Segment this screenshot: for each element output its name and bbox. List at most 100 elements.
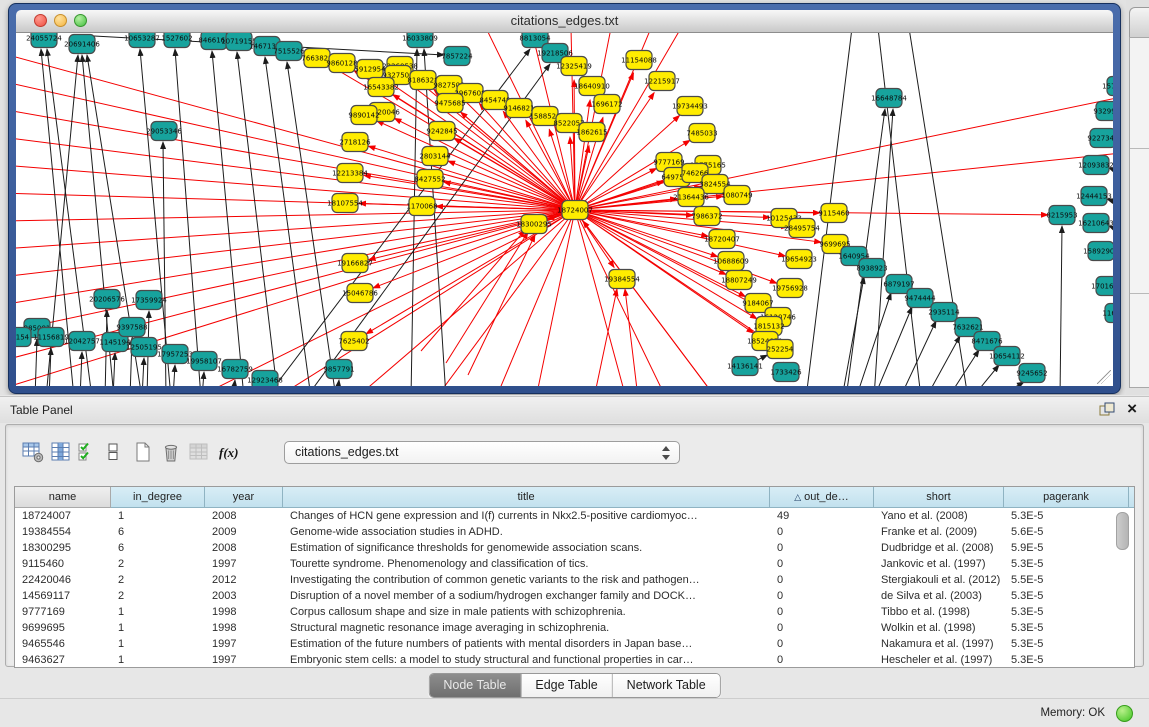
float-panel-icon[interactable] bbox=[1099, 402, 1115, 416]
cell-pagerank[interactable]: 5.3E-5 bbox=[1004, 556, 1129, 572]
cell-out_de[interactable]: 0 bbox=[770, 524, 874, 540]
table-row[interactable]: 946362711997Embryonic stem cells: a mode… bbox=[15, 652, 1134, 668]
cell-title[interactable]: Disruption of a novel member of a sodium… bbox=[283, 588, 770, 604]
cell-title[interactable]: Investigating the contribution of common… bbox=[283, 572, 770, 588]
cell-title[interactable]: Changes of HCN gene expression and I(f) … bbox=[283, 508, 770, 524]
cell-pagerank[interactable]: 5.5E-5 bbox=[1004, 572, 1129, 588]
cell-pagerank[interactable]: 5.3E-5 bbox=[1004, 636, 1129, 652]
cell-pagerank[interactable]: 5.3E-5 bbox=[1004, 604, 1129, 620]
cell-title[interactable]: Tourette syndrome. Phenomenology and cla… bbox=[283, 556, 770, 572]
tab-node-table[interactable]: Node Table bbox=[429, 674, 521, 697]
network-window-titlebar[interactable]: citations_edges.txt bbox=[16, 10, 1113, 33]
column-header-in_degree[interactable]: in_degree bbox=[111, 487, 205, 508]
cell-title[interactable]: Genome-wide association studies in ADHD. bbox=[283, 524, 770, 540]
table-row[interactable]: 1456911722003Disruption of a novel membe… bbox=[15, 588, 1134, 604]
row-selection-icon[interactable] bbox=[75, 439, 101, 465]
table-row[interactable]: 969969511998Structural magnetic resonanc… bbox=[15, 620, 1134, 636]
cell-name[interactable]: 9465546 bbox=[15, 636, 111, 652]
rows-icon[interactable] bbox=[100, 439, 126, 465]
cell-short[interactable]: de Silva et al. (2003) bbox=[874, 588, 1004, 604]
cell-pagerank[interactable]: 5.3E-5 bbox=[1004, 588, 1129, 604]
cell-in_degree[interactable]: 1 bbox=[111, 604, 205, 620]
column-header-pagerank[interactable]: pagerank bbox=[1004, 487, 1129, 508]
cell-out_de[interactable]: 0 bbox=[770, 588, 874, 604]
zoom-button[interactable] bbox=[74, 14, 87, 27]
cell-year[interactable]: 2008 bbox=[205, 540, 283, 556]
column-header-short[interactable]: short bbox=[874, 487, 1004, 508]
cell-name[interactable]: 9699695 bbox=[15, 620, 111, 636]
cell-year[interactable]: 2009 bbox=[205, 524, 283, 540]
cell-title[interactable]: Structural magnetic resonance image aver… bbox=[283, 620, 770, 636]
cell-pagerank[interactable]: 5.3E-5 bbox=[1004, 508, 1129, 524]
column-header-year[interactable]: year bbox=[205, 487, 283, 508]
cell-short[interactable]: Nakamura et al. (1997) bbox=[874, 636, 1004, 652]
cell-in_degree[interactable]: 1 bbox=[111, 508, 205, 524]
column-header-out_de[interactable]: △out_de… bbox=[770, 487, 874, 508]
cell-short[interactable]: Tibbo et al. (1998) bbox=[874, 604, 1004, 620]
cell-short[interactable]: Dudbridge et al. (2008) bbox=[874, 540, 1004, 556]
cell-year[interactable]: 2008 bbox=[205, 508, 283, 524]
cell-name[interactable]: 22420046 bbox=[15, 572, 111, 588]
cell-out_de[interactable]: 0 bbox=[770, 556, 874, 572]
cell-name[interactable]: 9115460 bbox=[15, 556, 111, 572]
cell-in_degree[interactable]: 2 bbox=[111, 572, 205, 588]
cell-out_de[interactable]: 0 bbox=[770, 620, 874, 636]
table-scrollbar-thumb[interactable] bbox=[1116, 512, 1129, 550]
column-visibility-icon[interactable] bbox=[48, 439, 74, 465]
cell-pagerank[interactable]: 5.3E-5 bbox=[1004, 652, 1129, 668]
close-panel-icon[interactable]: × bbox=[1127, 402, 1137, 416]
cell-year[interactable]: 2012 bbox=[205, 572, 283, 588]
cell-short[interactable]: Jankovic et al. (1997) bbox=[874, 556, 1004, 572]
cell-title[interactable]: Estimation of significance thresholds fo… bbox=[283, 540, 770, 556]
cell-title[interactable]: Embryonic stem cells: a model to study s… bbox=[283, 652, 770, 668]
cell-name[interactable]: 9463627 bbox=[15, 652, 111, 668]
cell-title[interactable]: Corpus callosum shape and size in male p… bbox=[283, 604, 770, 620]
cell-name[interactable]: 18300295 bbox=[15, 540, 111, 556]
new-table-icon[interactable] bbox=[130, 439, 156, 465]
network-canvas[interactable]: 2405572420691406106532871527602846616010… bbox=[16, 33, 1113, 386]
cell-in_degree[interactable]: 6 bbox=[111, 524, 205, 540]
table-selector-dropdown[interactable]: citations_edges.txt bbox=[284, 441, 680, 464]
cell-out_de[interactable]: 0 bbox=[770, 572, 874, 588]
cell-out_de[interactable]: 0 bbox=[770, 636, 874, 652]
cell-name[interactable]: 9777169 bbox=[15, 604, 111, 620]
cell-in_degree[interactable]: 2 bbox=[111, 588, 205, 604]
table-settings-icon[interactable] bbox=[20, 439, 46, 465]
cell-title[interactable]: Estimation of the future numbers of pati… bbox=[283, 636, 770, 652]
cell-year[interactable]: 1997 bbox=[205, 652, 283, 668]
cell-pagerank[interactable]: 5.6E-5 bbox=[1004, 524, 1129, 540]
cell-short[interactable]: Wolkin et al. (1998) bbox=[874, 620, 1004, 636]
cell-in_degree[interactable]: 6 bbox=[111, 540, 205, 556]
delete-table-icon[interactable] bbox=[158, 439, 184, 465]
cell-name[interactable]: 14569117 bbox=[15, 588, 111, 604]
tab-edge-table[interactable]: Edge Table bbox=[521, 674, 612, 697]
window-resize-grip[interactable] bbox=[1097, 370, 1111, 384]
cell-year[interactable]: 2003 bbox=[205, 588, 283, 604]
cell-in_degree[interactable]: 2 bbox=[111, 556, 205, 572]
cell-year[interactable]: 1998 bbox=[205, 604, 283, 620]
table-row[interactable]: 977716911998Corpus callosum shape and si… bbox=[15, 604, 1134, 620]
table-row[interactable]: 1872400712008Changes of HCN gene express… bbox=[15, 508, 1134, 524]
cell-short[interactable]: Franke et al. (2009) bbox=[874, 524, 1004, 540]
table-row[interactable]: 1830029562008Estimation of significance … bbox=[15, 540, 1134, 556]
cell-in_degree[interactable]: 1 bbox=[111, 620, 205, 636]
cell-out_de[interactable]: 0 bbox=[770, 604, 874, 620]
minimize-button[interactable] bbox=[54, 14, 67, 27]
cell-short[interactable]: Hescheler et al. (1997) bbox=[874, 652, 1004, 668]
cell-pagerank[interactable]: 5.9E-5 bbox=[1004, 540, 1129, 556]
function-builder-icon[interactable]: f(x) bbox=[218, 439, 244, 465]
cell-year[interactable]: 1998 bbox=[205, 620, 283, 636]
cell-name[interactable]: 18724007 bbox=[15, 508, 111, 524]
cell-year[interactable]: 1997 bbox=[205, 556, 283, 572]
cell-in_degree[interactable]: 1 bbox=[111, 652, 205, 668]
cell-name[interactable]: 19384554 bbox=[15, 524, 111, 540]
table-row[interactable]: 2242004622012Investigating the contribut… bbox=[15, 572, 1134, 588]
cell-out_de[interactable]: 0 bbox=[770, 652, 874, 668]
column-header-name[interactable]: name bbox=[15, 487, 111, 508]
tab-network-table[interactable]: Network Table bbox=[613, 674, 720, 697]
cell-pagerank[interactable]: 5.3E-5 bbox=[1004, 620, 1129, 636]
table-row[interactable]: 1938455462009Genome-wide association stu… bbox=[15, 524, 1134, 540]
table-row[interactable]: 911546021997Tourette syndrome. Phenomeno… bbox=[15, 556, 1134, 572]
cell-short[interactable]: Yano et al. (2008) bbox=[874, 508, 1004, 524]
cell-in_degree[interactable]: 1 bbox=[111, 636, 205, 652]
